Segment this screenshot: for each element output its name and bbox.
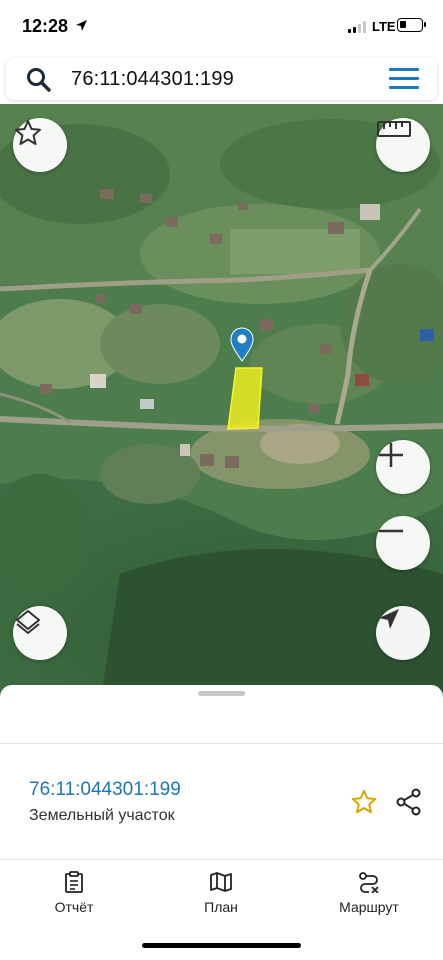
battery-icon bbox=[397, 18, 426, 32]
search-icon[interactable] bbox=[26, 67, 52, 93]
tab-plan-label: План bbox=[204, 899, 238, 915]
status-bar: 12:28 LTE bbox=[0, 0, 443, 52]
locate-icon bbox=[379, 609, 399, 629]
layers-button[interactable] bbox=[13, 606, 67, 660]
zoom-out-icon bbox=[379, 529, 403, 533]
signal-icon bbox=[348, 21, 368, 33]
sheet-drag-handle[interactable] bbox=[198, 691, 245, 696]
ruler-button[interactable] bbox=[376, 118, 430, 172]
favorite-map-button[interactable] bbox=[13, 118, 67, 172]
parcel-bottom-sheet[interactable]: 76:11:044301:199 Земельный участок Отчёт bbox=[0, 685, 443, 960]
tab-report-label: Отчёт bbox=[54, 899, 94, 915]
report-icon bbox=[65, 871, 83, 893]
network-label: LTE bbox=[372, 19, 396, 34]
status-time: 12:28 bbox=[22, 16, 69, 36]
favorite-star-icon[interactable] bbox=[350, 788, 378, 816]
parcel-type-label: Земельный участок bbox=[29, 807, 175, 824]
map-plan-icon bbox=[210, 872, 232, 892]
home-indicator[interactable] bbox=[142, 943, 301, 948]
tab-report[interactable]: Отчёт bbox=[14, 871, 134, 915]
locate-button[interactable] bbox=[376, 606, 430, 660]
location-arrow-icon bbox=[76, 20, 87, 31]
tab-route-label: Маршрут bbox=[339, 899, 399, 915]
zoom-out-button[interactable] bbox=[376, 516, 430, 570]
search-bar[interactable]: 76:11:044301:199 bbox=[6, 58, 437, 100]
app-screen: 12:28 LTE 76:11:044301:199 76:11:044301:… bbox=[0, 0, 443, 960]
layers-icon bbox=[16, 610, 40, 634]
satellite-map[interactable] bbox=[0, 104, 443, 704]
tab-plan[interactable]: План bbox=[161, 871, 281, 915]
search-input[interactable]: 76:11:044301:199 bbox=[71, 68, 234, 91]
route-icon bbox=[359, 872, 379, 893]
divider bbox=[0, 743, 443, 744]
zoom-in-button[interactable] bbox=[376, 440, 430, 494]
ruler-icon bbox=[377, 121, 411, 137]
menu-icon[interactable] bbox=[389, 68, 419, 90]
divider bbox=[0, 859, 443, 860]
parcel-id-link[interactable]: 76:11:044301:199 bbox=[29, 779, 181, 801]
tab-route[interactable]: Маршрут bbox=[309, 871, 429, 915]
zoom-in-icon bbox=[379, 443, 403, 467]
share-icon[interactable] bbox=[396, 788, 422, 816]
star-outline-icon bbox=[15, 120, 41, 145]
